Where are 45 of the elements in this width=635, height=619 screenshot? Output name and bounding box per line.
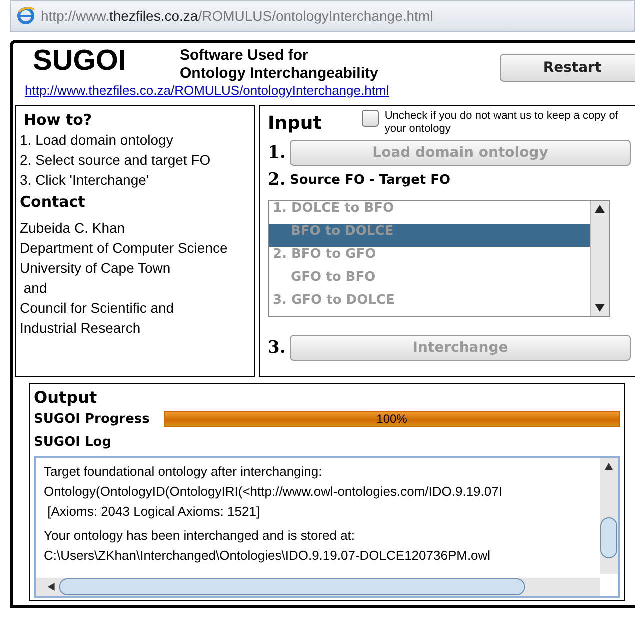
step-text: 1. Load domain ontology — [20, 131, 174, 150]
input-heading: Input — [268, 112, 322, 134]
url-text: http://www.thezfiles.co.za/ROMULUS/ontologyInterchange.html — [41, 8, 434, 24]
list-item[interactable]: 2. BFO to GFO — [269, 247, 590, 270]
scroll-down-icon[interactable] — [595, 304, 605, 312]
restart-button[interactable]: Restart — [500, 54, 635, 82]
list-label: Source FO - Target FO — [290, 172, 451, 188]
output-heading: Output — [34, 388, 98, 407]
progress-label: SUGOI Progress — [34, 412, 151, 426]
log-line: C:\Users\ZKhan\Interchanged\Ontologies\IDO.9.19.07-DOLCE120736PM.owl — [44, 547, 492, 565]
logo: SUGOI — [32, 45, 128, 79]
step-text: 2. Select source and target FO — [20, 151, 212, 170]
contact-line: and — [22, 279, 48, 298]
scroll-up-icon[interactable] — [595, 205, 605, 213]
keep-copy-label: Uncheck if you do not want us to keep a copy of your ontology — [384, 110, 620, 136]
list-item[interactable]: 3. GFO to DOLCE — [269, 293, 590, 316]
contact-line: Industrial Research — [20, 319, 142, 338]
log-label: SUGOI Log — [34, 435, 113, 450]
list-item[interactable]: 1. DOLCE to BFO — [269, 201, 590, 224]
log-line: Target foundational ontology after interchanging: — [44, 463, 324, 481]
browser-icon — [17, 7, 35, 25]
progress-reading: 100% — [376, 412, 408, 426]
list-item[interactable]: BFO to DOLCE — [269, 224, 590, 247]
step-number: 3. — [268, 338, 284, 358]
horizontal-scrollbar[interactable] — [36, 578, 600, 596]
list-item[interactable]: GFO to BFO — [269, 270, 590, 293]
vertical-scrollbar[interactable] — [600, 458, 618, 574]
keep-copy-checkbox[interactable] — [362, 110, 379, 127]
contact-line: University of Cape Town — [20, 259, 172, 278]
page-link[interactable]: http://www.thezfiles.co.za/ROMULUS/ontologyInterchange.html — [15, 82, 500, 105]
contact-line: Council for Scientific and — [20, 299, 176, 318]
step-text: 3. Click 'Interchange' — [20, 171, 150, 190]
subtitle: Software Used for Ontology Interchangeability — [180, 46, 380, 84]
contact-heading: Contact — [20, 192, 86, 212]
step-number: 1. — [268, 143, 284, 163]
log-line: Your ontology has been interchanged and is stored at: — [44, 527, 356, 545]
scrollbar[interactable] — [590, 201, 609, 316]
address-bar[interactable]: http://www.thezfiles.co.za/ROMULUS/ontologyInterchange.html — [10, 0, 635, 32]
log-line: Ontology(OntologyID(OntologyIRI(<http://www.owl-ontologies.com/IDO.9.19.07I — [44, 483, 504, 501]
ontology-list[interactable]: 1. DOLCE to BFO BFO to DOLCE 2. BFO to GFO GFO to BFO 3. GFO to DOLCE — [268, 200, 610, 317]
contact-line: Department of Computer Science — [20, 239, 229, 258]
contact-line: Zubeida C. Khan — [20, 219, 126, 238]
step-number: 2. — [268, 170, 284, 190]
how-to-heading: How to? — [23, 110, 94, 130]
log-line: [Axioms: 2043 Logical Axioms: 1521] — [46, 503, 262, 521]
